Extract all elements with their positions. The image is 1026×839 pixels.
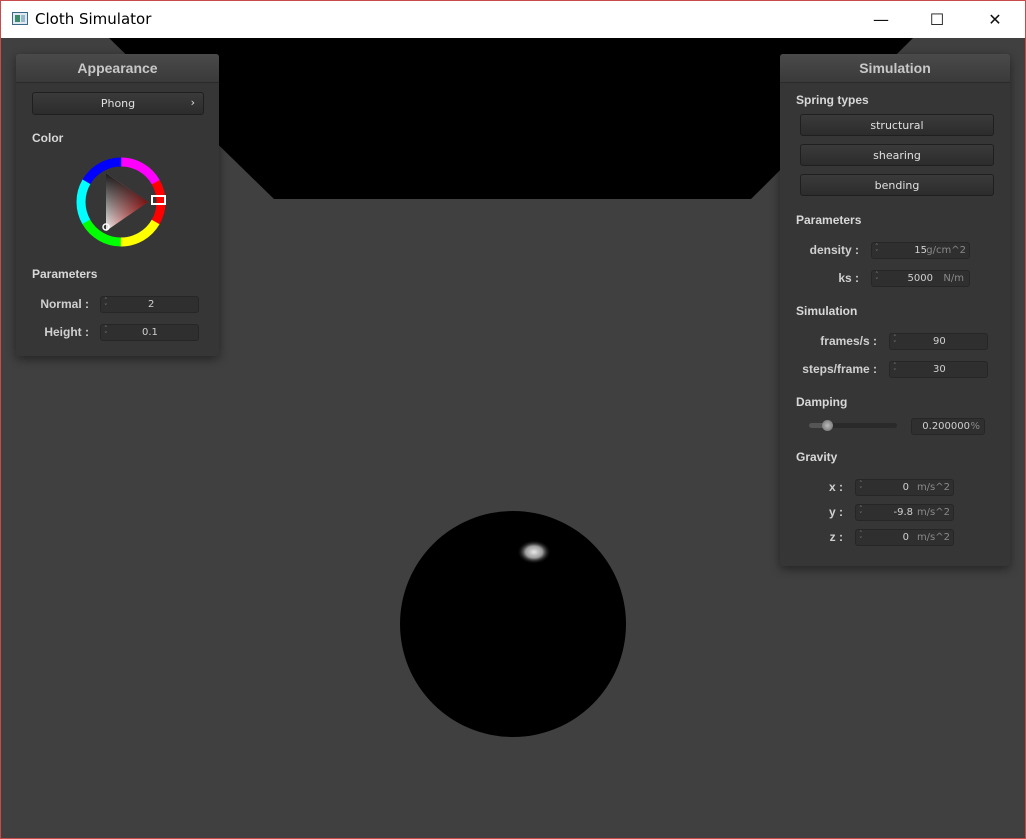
density-field[interactable]: ˄ ˅ 15 g/cm^2	[871, 242, 970, 259]
gravity-z-label: z :	[829, 530, 843, 544]
gravity-y-field[interactable]: ˄ ˅ -9.8 m/s^2	[855, 504, 954, 521]
spinner-icon[interactable]: ˄ ˅	[875, 272, 879, 285]
simulation-panel-title: Simulation	[780, 54, 1010, 83]
spinner-icon[interactable]: ˄ ˅	[893, 335, 897, 348]
app-icon	[12, 12, 28, 25]
damping-label: Damping	[796, 395, 848, 409]
height-field[interactable]: ˄ ˅ 0.1	[100, 324, 199, 341]
app-window: Cloth Simulator — ☐ ✕ Appearance Phong ›	[0, 0, 1026, 839]
color-label: Color	[32, 131, 64, 145]
fps-field[interactable]: ˄ ˅ 90	[889, 333, 988, 350]
damping-slider[interactable]	[809, 420, 897, 431]
normal-label: Normal :	[40, 297, 89, 311]
steps-field[interactable]: ˄ ˅ 30	[889, 361, 988, 378]
normal-field[interactable]: ˄ ˅ 2	[100, 296, 199, 313]
gravity-z-unit: m/s^2	[916, 532, 950, 543]
density-unit: g/cm^2	[926, 245, 966, 256]
gravity-z-field[interactable]: ˄ ˅ 0 m/s^2	[855, 529, 954, 546]
density-label: density :	[809, 243, 859, 257]
ks-field[interactable]: ˄ ˅ 5000 N/m	[871, 270, 970, 287]
gravity-label: Gravity	[796, 450, 838, 464]
render-viewport[interactable]: Appearance Phong › Color Parameters Norm…	[1, 38, 1025, 838]
minimize-button[interactable]: —	[852, 1, 910, 38]
structural-button[interactable]: structural	[800, 114, 994, 136]
sphere	[400, 511, 626, 737]
chevron-right-icon: ›	[190, 96, 195, 109]
appearance-panel-title: Appearance	[16, 54, 219, 83]
spinner-icon[interactable]: ˄ ˅	[104, 326, 108, 339]
color-wheel[interactable]	[75, 156, 169, 250]
damping-unit: %	[970, 421, 980, 432]
appearance-panel: Appearance Phong › Color Parameters Norm…	[16, 54, 219, 356]
simulation-section-label: Simulation	[796, 304, 858, 318]
simulation-panel: Simulation Spring types structural shear…	[780, 54, 1010, 566]
gravity-x-field[interactable]: ˄ ˅ 0 m/s^2	[855, 479, 954, 496]
appearance-parameters-label: Parameters	[32, 267, 98, 281]
gravity-y-unit: m/s^2	[916, 507, 950, 518]
spinner-icon[interactable]: ˄ ˅	[875, 244, 879, 257]
shearing-button[interactable]: shearing	[800, 144, 994, 166]
spinner-icon[interactable]: ˄ ˅	[893, 363, 897, 376]
title-bar[interactable]: Cloth Simulator — ☐ ✕	[1, 1, 1025, 38]
steps-label: steps/frame :	[802, 362, 877, 376]
parameters-label: Parameters	[796, 213, 862, 227]
gravity-x-label: x :	[828, 480, 843, 494]
gravity-x-unit: m/s^2	[916, 482, 950, 493]
spinner-icon[interactable]: ˄ ˅	[104, 298, 108, 311]
sphere-highlight	[517, 540, 551, 564]
shader-label: Phong	[100, 97, 136, 110]
close-button[interactable]: ✕	[966, 1, 1024, 38]
spinner-icon[interactable]: ˄ ˅	[859, 506, 863, 519]
damping-field[interactable]: 0.200000 %	[911, 418, 985, 435]
fps-label: frames/s :	[820, 334, 877, 348]
ks-label: ks :	[838, 271, 859, 285]
ks-unit: N/m	[943, 273, 964, 284]
height-label: Height :	[44, 325, 89, 339]
maximize-button[interactable]: ☐	[908, 1, 966, 38]
gravity-y-label: y :	[828, 505, 843, 519]
spinner-icon[interactable]: ˄ ˅	[859, 481, 863, 494]
window-title: Cloth Simulator	[35, 10, 152, 28]
bending-button[interactable]: bending	[800, 174, 994, 196]
damping-slider-knob[interactable]	[822, 420, 833, 431]
shader-selector[interactable]: Phong ›	[32, 92, 204, 115]
spring-types-label: Spring types	[796, 93, 869, 107]
spinner-icon[interactable]: ˄ ˅	[859, 531, 863, 544]
